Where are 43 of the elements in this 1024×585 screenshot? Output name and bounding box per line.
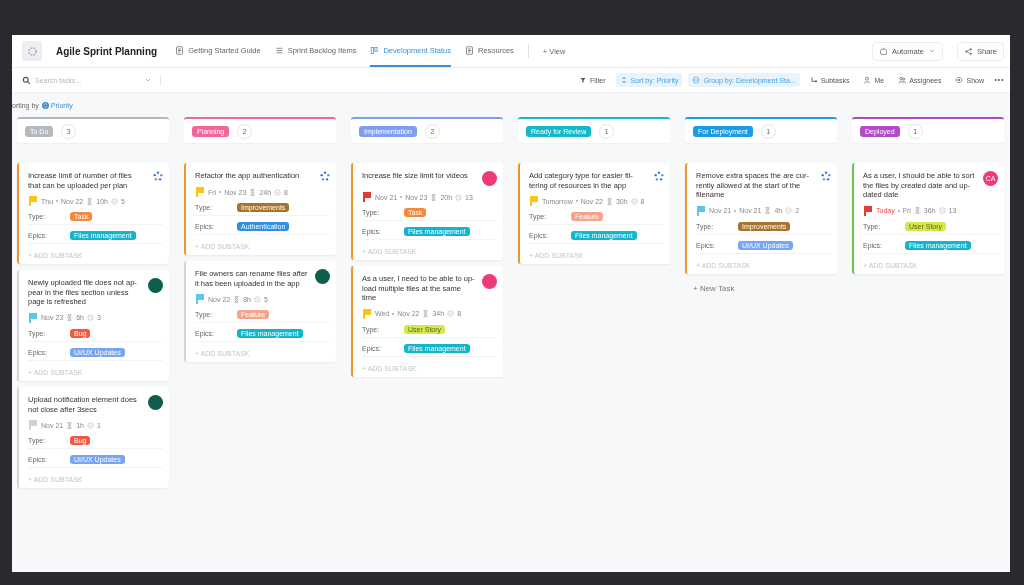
- hourglass-icon: [86, 197, 94, 205]
- subtask-icon: [110, 197, 118, 205]
- list-icon: [274, 45, 284, 55]
- new-task-button[interactable]: + New Task: [685, 279, 837, 297]
- board-icon: [370, 45, 380, 55]
- subtask-icon: [455, 193, 463, 201]
- hourglass-icon: [249, 188, 257, 196]
- subtask-icon: [254, 295, 261, 303]
- chevron-down-icon: [144, 76, 152, 84]
- share-icon: [964, 46, 973, 56]
- subtask-icon: [938, 207, 946, 215]
- search-icon: [22, 75, 31, 85]
- more-icon: [994, 78, 1004, 82]
- hourglass-icon: [233, 295, 241, 303]
- document-icon: [175, 45, 185, 55]
- subtask-icon: [87, 421, 94, 429]
- team-icon: [153, 171, 163, 181]
- chevron-down-icon: [928, 47, 936, 55]
- hourglass-icon: [422, 310, 430, 318]
- layers-icon: [692, 76, 701, 84]
- team-icon: [654, 171, 664, 181]
- subtask-icon: [274, 188, 282, 196]
- document-icon: [465, 45, 474, 55]
- subtask-icon: [630, 197, 638, 205]
- sort-icon: [619, 76, 628, 84]
- team-icon: [320, 171, 330, 181]
- subtasks-icon: [809, 76, 818, 84]
- people-icon: [898, 76, 907, 84]
- hourglass-icon: [66, 314, 74, 322]
- hourglass-icon: [605, 197, 613, 205]
- subtask-icon: [447, 310, 455, 318]
- eye-icon: [955, 76, 964, 84]
- subtask-icon: [87, 314, 94, 322]
- person-icon: [863, 76, 872, 84]
- hourglass-icon: [430, 193, 438, 201]
- hourglass-icon: [764, 207, 772, 215]
- hourglass-icon: [913, 207, 921, 215]
- subtask-icon: [785, 207, 793, 215]
- hourglass-icon: [66, 421, 74, 429]
- team-icon: [821, 171, 831, 181]
- filter-icon: [579, 76, 587, 84]
- sort-icon: [41, 101, 49, 109]
- space-title: Agile Sprint Planning: [56, 45, 158, 57]
